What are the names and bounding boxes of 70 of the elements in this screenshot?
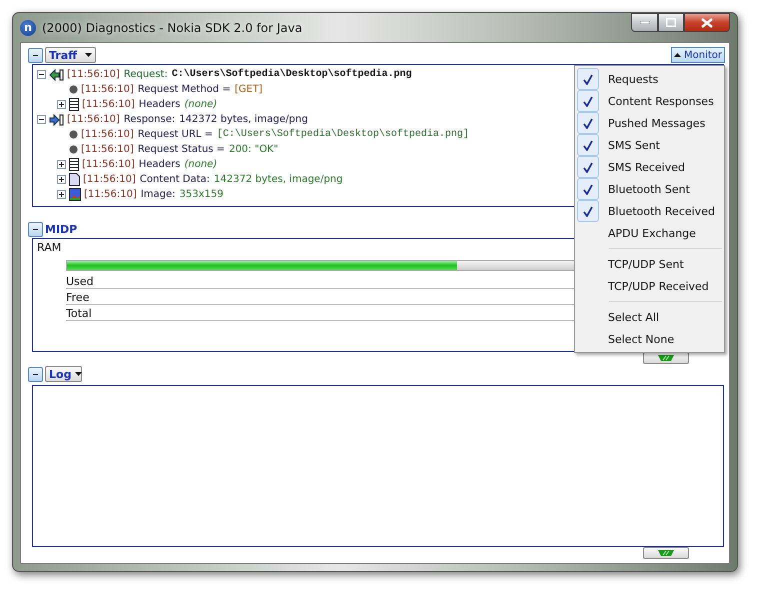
check-icon	[583, 162, 593, 172]
tree-item[interactable]: [11:56:10] Headers (none)	[82, 99, 218, 110]
minus-icon	[38, 116, 45, 123]
caret-icon	[75, 372, 82, 376]
tree-item[interactable]: [11:56:10] Request Status = 200: "OK"	[81, 144, 278, 155]
splitter-handle[interactable]	[643, 352, 689, 364]
check-icon	[583, 74, 593, 84]
check-icon	[583, 118, 593, 128]
menu-item[interactable]: Bluetooth Received	[577, 200, 722, 222]
menu-item[interactable]: SMS Received	[577, 156, 722, 178]
collapse-toggle[interactable]	[28, 222, 43, 236]
dot-icon	[69, 85, 78, 94]
plus-icon	[58, 191, 65, 198]
expand-toggle[interactable]	[57, 160, 66, 169]
check-icon	[583, 96, 593, 106]
tree-item[interactable]: [11:56:10] Content Data: 142372 bytes, image/png	[83, 174, 343, 185]
filter-dropdown[interactable]: Traff	[45, 47, 96, 63]
tree-item[interactable]: [11:56:10] Request Method = [GET]	[81, 84, 263, 95]
tree-item[interactable]: [11:56:10] Response: 142372 bytes, image/png	[67, 114, 308, 125]
caret-icon	[674, 53, 681, 57]
collapse-toggle[interactable]	[28, 48, 43, 62]
menu-item[interactable]: Bluetooth Sent	[577, 178, 722, 200]
ram-label: RAM	[37, 241, 62, 254]
minus-icon	[38, 71, 45, 78]
plus-icon	[58, 161, 65, 168]
menu-item[interactable]: APDU Exchange	[577, 222, 722, 244]
log-dropdown[interactable]: Log	[45, 366, 82, 382]
maximize-icon	[666, 18, 676, 27]
menu-item[interactable]: Content Responses	[577, 90, 722, 112]
image-icon	[69, 188, 81, 201]
collapse-toggle[interactable]	[37, 70, 46, 79]
check-icon	[583, 140, 593, 150]
monitor-button[interactable]: Monitor	[670, 47, 725, 63]
menu-item[interactable]: Requests	[577, 68, 722, 90]
arrow-into-box-icon	[49, 114, 64, 126]
tree-item[interactable]: [11:56:10] Request URL = [C:\Users\Softpedia\Desktop\softpedia.png]	[81, 129, 469, 140]
minimize-icon	[640, 21, 650, 24]
expand-toggle[interactable]	[57, 190, 66, 199]
menu-item[interactable]: Pushed Messages	[577, 112, 722, 134]
arrow-into-box-icon	[49, 68, 64, 80]
grip-icon	[658, 355, 674, 361]
expand-toggle[interactable]	[57, 175, 66, 184]
grip-icon	[658, 550, 674, 556]
menu-item[interactable]: Select None	[577, 328, 722, 350]
expand-toggle[interactable]	[57, 100, 66, 109]
close-button[interactable]	[684, 13, 730, 32]
menu-item[interactable]: TCP/UDP Sent	[577, 253, 722, 275]
check-icon	[583, 206, 593, 216]
plus-icon	[58, 101, 65, 108]
section-title: MIDP	[45, 222, 78, 236]
app-icon: n	[20, 20, 36, 36]
list-icon	[69, 158, 79, 171]
close-icon	[701, 18, 713, 28]
document-icon	[69, 173, 80, 186]
window-title: (2000) Diagnostics - Nokia SDK 2.0 for Java	[42, 20, 302, 34]
splitter-handle[interactable]	[643, 547, 689, 559]
tree-item[interactable]: [11:56:10] Headers (none)	[82, 159, 218, 170]
list-icon	[69, 98, 79, 111]
caret-icon	[85, 53, 92, 57]
maximize-button[interactable]	[658, 13, 684, 32]
menu-item[interactable]: SMS Sent	[577, 134, 722, 156]
tree-item[interactable]: [11:56:10] Request: C:\Users\Softpedia\Desktop\softpedia.png	[67, 69, 412, 80]
dot-icon	[69, 145, 78, 154]
tree-item[interactable]: [11:56:10] Image: 353x159	[84, 189, 224, 200]
collapse-toggle[interactable]	[28, 366, 43, 382]
check-icon	[583, 184, 593, 194]
minimize-button[interactable]	[631, 13, 658, 32]
dot-icon	[69, 130, 78, 139]
plus-icon	[58, 176, 65, 183]
collapse-toggle[interactable]	[37, 115, 46, 124]
